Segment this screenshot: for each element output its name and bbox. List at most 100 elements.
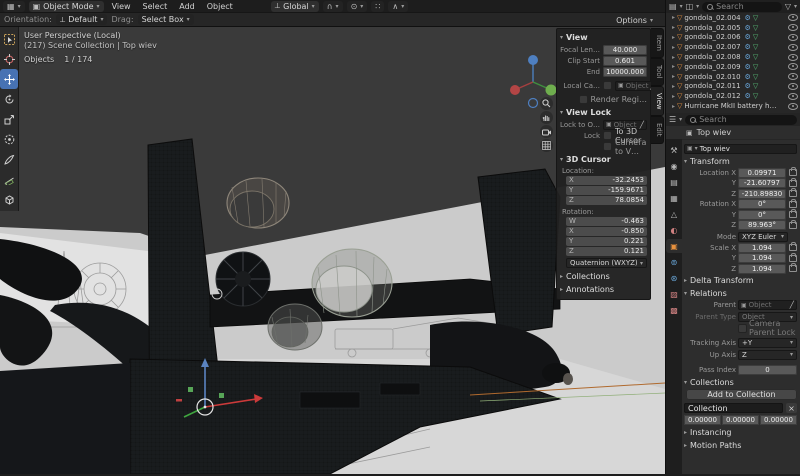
cursor-y-field[interactable]: Y-159.9671: [566, 186, 647, 195]
pass-index-field[interactable]: 0: [738, 365, 797, 375]
location-z-field[interactable]: -210.89830: [738, 189, 786, 199]
visibility-eye-icon[interactable]: [788, 73, 798, 80]
tool-move[interactable]: [0, 69, 18, 89]
tab-object[interactable]: ▣: [666, 239, 682, 253]
outliner-row[interactable]: ▸▽Hurricane MkII battery holder.003: [666, 101, 800, 111]
annotations-panel-header[interactable]: ▸Annotations: [560, 283, 647, 295]
lock-icon[interactable]: [789, 201, 797, 208]
tab-texture[interactable]: ▩: [666, 303, 682, 317]
expand-icon[interactable]: ▸: [672, 83, 675, 90]
menu-add[interactable]: Add: [175, 2, 199, 11]
modifier-icon[interactable]: ⚙: [745, 63, 751, 71]
display-mode-icon[interactable]: ◫: [686, 2, 694, 11]
lock-icon[interactable]: [789, 169, 797, 176]
tool-transform[interactable]: [0, 129, 18, 149]
tab-render[interactable]: ◉: [666, 159, 682, 173]
lock-icon[interactable]: [789, 211, 797, 218]
rotation-mode-dropdown[interactable]: Quaternion (WXYZ)▾: [566, 258, 647, 268]
scale-z-field[interactable]: 1.094: [738, 264, 786, 274]
lock-icon[interactable]: [789, 265, 797, 272]
tool-box-select[interactable]: [0, 29, 18, 49]
modifier-icon[interactable]: ⚙: [745, 82, 751, 90]
location-y-field[interactable]: -21.60797: [738, 178, 786, 188]
rotation-x-field[interactable]: 0°: [738, 199, 786, 209]
tool-annotate[interactable]: [0, 149, 18, 169]
tool-measure[interactable]: [0, 169, 18, 189]
visibility-eye-icon[interactable]: [788, 44, 798, 51]
filter-icon[interactable]: ▽: [785, 2, 791, 11]
cursor-x-field[interactable]: X-32.2453: [566, 176, 647, 185]
to-3d-cursor-checkbox[interactable]: [603, 131, 612, 140]
object-selector[interactable]: ▣▾Top wiev: [684, 144, 797, 154]
visibility-eye-icon[interactable]: [788, 63, 798, 70]
editor-type-button[interactable]: ▦▾: [3, 1, 25, 12]
outliner-editor-icon[interactable]: ▤: [669, 2, 677, 11]
menu-view[interactable]: View: [108, 2, 135, 11]
outliner-row[interactable]: ▸▽gondola_02.009⚙▽: [666, 62, 800, 72]
location-x-field[interactable]: 0.09971: [738, 168, 786, 178]
local-camera-checkbox[interactable]: [603, 81, 612, 90]
visibility-eye-icon[interactable]: [788, 14, 798, 21]
motion-paths-panel-header[interactable]: ▸Motion Paths: [684, 440, 797, 452]
visibility-eye-icon[interactable]: [788, 24, 798, 31]
proportional-editing-toggle[interactable]: ∷: [371, 1, 384, 12]
tab-item[interactable]: Item: [651, 28, 664, 58]
collection-offset-x-field[interactable]: 0.00000: [684, 415, 721, 425]
outliner-row[interactable]: ▸▽gondola_02.005⚙▽: [666, 23, 800, 33]
lock-icon[interactable]: [789, 190, 797, 197]
snap-toggle[interactable]: ∩▾: [323, 1, 343, 12]
tab-tool[interactable]: Tool: [651, 58, 664, 86]
modifier-icon[interactable]: ⚙: [745, 33, 751, 41]
collection-offset-y-field[interactable]: 0.00000: [722, 415, 759, 425]
properties-editor-icon[interactable]: ☰: [669, 115, 676, 124]
transform-panel-header[interactable]: ▾Transform: [684, 156, 797, 168]
rotation-y-field[interactable]: 0°: [738, 210, 786, 220]
tool-cursor[interactable]: [0, 49, 18, 69]
expand-icon[interactable]: ▸: [672, 63, 675, 70]
transform-orientation-dropdown[interactable]: ⟂Global▾: [271, 1, 319, 12]
render-region-checkbox[interactable]: [579, 95, 588, 104]
camera-parent-lock-checkbox[interactable]: [738, 324, 747, 333]
menu-object[interactable]: Object: [203, 2, 237, 11]
view-lock-panel-header[interactable]: ▾View Lock: [560, 106, 647, 118]
scale-y-field[interactable]: 1.094: [738, 253, 786, 263]
menu-select[interactable]: Select: [139, 2, 172, 11]
collection-offset-z-field[interactable]: 0.00000: [760, 415, 797, 425]
pivot-point-dropdown[interactable]: ⊙▾: [347, 1, 368, 12]
visibility-eye-icon[interactable]: [788, 83, 798, 90]
up-axis-dropdown[interactable]: Z▾: [738, 350, 797, 360]
lock-icon[interactable]: [789, 255, 797, 262]
modifier-icon[interactable]: ⚙: [745, 73, 751, 81]
outliner-row[interactable]: ▸▽gondola_02.006⚙▽: [666, 33, 800, 43]
visibility-eye-icon[interactable]: [788, 54, 798, 61]
perspective-toggle-button[interactable]: [540, 139, 553, 152]
view-panel-header[interactable]: ▾View: [560, 31, 647, 43]
tab-object-data[interactable]: ▨: [666, 287, 682, 301]
collections-panel-header[interactable]: ▾Collections: [684, 377, 797, 389]
cursor-z-field[interactable]: Z78.0854: [566, 196, 647, 205]
expand-icon[interactable]: ▸: [672, 24, 675, 31]
modifier-icon[interactable]: ⚙: [745, 14, 751, 22]
instancing-panel-header[interactable]: ▸Instancing: [684, 427, 797, 439]
outliner-row[interactable]: ▸▽gondola_02.011⚙▽: [666, 82, 800, 92]
rotation-mode-dropdown[interactable]: XYZ Euler▾: [738, 232, 788, 242]
drag-mode-dropdown[interactable]: Select Box▾: [138, 14, 194, 25]
expand-icon[interactable]: ▸: [672, 54, 675, 61]
scale-x-field[interactable]: 1.094: [738, 243, 786, 253]
cursor-ry-field[interactable]: Y0.221: [566, 237, 647, 246]
tool-add-cube[interactable]: [0, 189, 18, 209]
lock-icon[interactable]: [789, 244, 797, 251]
tool-rotate[interactable]: [0, 89, 18, 109]
tab-edit[interactable]: Edit: [651, 116, 664, 144]
outliner-row[interactable]: ▸▽gondola_02.012⚙▽: [666, 91, 800, 101]
rotation-z-field[interactable]: 89.963°: [738, 220, 786, 230]
tool-scale[interactable]: [0, 109, 18, 129]
properties-search-input[interactable]: Search: [685, 115, 797, 125]
camera-to-view-checkbox[interactable]: [603, 142, 612, 151]
tab-tool[interactable]: ⚒: [666, 143, 682, 157]
modifier-icon[interactable]: ⚙: [745, 43, 751, 51]
outliner-row[interactable]: ▸▽gondola_02.004⚙▽: [666, 13, 800, 23]
visibility-eye-icon[interactable]: [788, 93, 798, 100]
camera-view-button[interactable]: [540, 125, 553, 138]
clip-end-field[interactable]: 10000.000: [603, 67, 647, 77]
